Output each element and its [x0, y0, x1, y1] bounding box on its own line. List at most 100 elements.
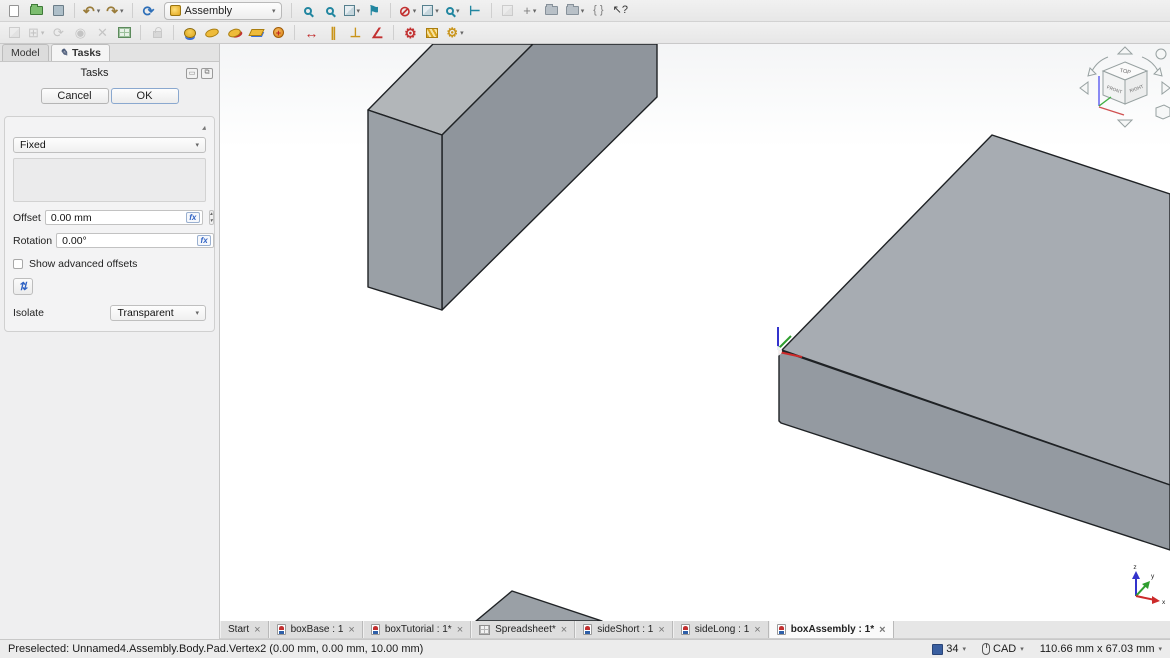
document-tab-bar: Start × boxBase : 1 × boxTutorial : 1* ×… [220, 621, 1170, 639]
chevron-down-icon: ▾ [435, 7, 439, 15]
part-side-short[interactable] [476, 591, 602, 621]
axis-y-label: y [1151, 573, 1155, 580]
group-button[interactable] [542, 1, 562, 20]
revolute-joint-button[interactable] [202, 23, 222, 42]
close-icon[interactable]: × [254, 624, 260, 636]
tab-model[interactable]: Model [2, 44, 49, 61]
close-icon[interactable]: × [754, 624, 760, 636]
sync-view-button[interactable]: ⚑ [364, 1, 384, 20]
offset-stepper[interactable]: ▴ ▾ [209, 210, 214, 225]
close-icon[interactable]: × [658, 624, 664, 636]
fixed-joint-icon [184, 28, 196, 38]
tab-tasks[interactable]: ✎Tasks [51, 44, 110, 61]
screw-joint-icon [426, 28, 438, 38]
whats-this-cursor-icon: ↖? [613, 5, 628, 16]
fixed-joint-button[interactable] [180, 23, 200, 42]
attachment-mode-select[interactable]: Fixed ▾ [13, 137, 206, 153]
stop-operation-button[interactable]: ⊘▾ [397, 1, 418, 20]
close-icon[interactable]: × [348, 624, 354, 636]
parallel-joint-button[interactable]: ∥ [323, 23, 343, 42]
ball-joint-button[interactable]: + [268, 23, 288, 42]
reverse-direction-button[interactable]: ⇅ [13, 278, 33, 295]
whats-this-button[interactable]: ↖? [610, 1, 630, 20]
cylindrical-joint-button[interactable] [224, 23, 244, 42]
joint-group-box: ▴ Fixed ▾ Offset fx ▴ ▾ Rotatio [4, 116, 215, 332]
folder-icon [545, 6, 558, 15]
rack-pinion-joint-button[interactable]: ⚙ [400, 23, 420, 42]
distance-joint-button[interactable]: ↔ [301, 23, 321, 42]
refresh-button[interactable]: ⟳ [139, 1, 159, 20]
workbench-selector[interactable]: Assembly ▾ [164, 2, 282, 20]
toolbar-separator [140, 25, 141, 40]
chevron-down-icon: ▾ [120, 7, 124, 15]
chevron-down-icon: ▾ [41, 29, 45, 37]
expression-button[interactable]: { } [588, 1, 608, 20]
save-icon [53, 5, 64, 16]
body-icon: ◉ [75, 26, 86, 39]
measure-button[interactable]: ⊢ [465, 1, 485, 20]
exploded-view-button: ✕ [92, 23, 112, 42]
doc-tab-spreadsheet[interactable]: Spreadsheet* × [471, 621, 575, 638]
zoom-out-button[interactable] [320, 1, 340, 20]
doc-tab-start[interactable]: Start × [220, 621, 269, 638]
offset-input[interactable] [51, 212, 186, 224]
new-document-button[interactable] [4, 1, 24, 20]
freecad-file-icon [371, 624, 380, 635]
view-dimensions-indicator[interactable]: 110.66 mm x 67.03 mm ▾ [1040, 643, 1162, 655]
offset-label: Offset [13, 212, 41, 224]
ok-button[interactable]: OK [111, 88, 179, 104]
part-side-long[interactable] [368, 44, 657, 310]
redo-button[interactable]: ↷▾ [104, 1, 125, 20]
isolate-select[interactable]: Transparent ▾ [110, 305, 206, 321]
counter-indicator[interactable]: 34 ▾ [932, 643, 966, 655]
doc-tab-boxbase[interactable]: boxBase : 1 × [269, 621, 363, 638]
rotation-input[interactable] [62, 235, 197, 247]
panel-float-icon[interactable]: ⧉ [201, 68, 213, 79]
advanced-offsets-checkbox[interactable] [13, 259, 23, 269]
preselection-message: Preselected: Unnamed4.Assembly.Body.Pad.… [8, 643, 916, 655]
navigation-style-selector[interactable]: CAD ▾ [982, 643, 1024, 655]
braces-icon: { } [593, 5, 603, 16]
fit-all-button[interactable]: ▾ [342, 1, 363, 20]
screw-joint-button[interactable] [422, 23, 442, 42]
draw-style-button[interactable]: ▾ [420, 1, 441, 20]
part-button [498, 1, 518, 20]
planar-joint-button[interactable] [246, 23, 266, 42]
gears-belt-joint-button[interactable]: ⚙▾ [444, 23, 465, 42]
formula-icon[interactable]: fx [197, 235, 211, 246]
create-spreadsheet-button[interactable] [114, 23, 134, 42]
perpendicular-joint-button[interactable]: ⊥ [345, 23, 365, 42]
selection-view-button[interactable]: ▾ [443, 1, 463, 20]
part-box-base[interactable] [779, 135, 1170, 550]
angle-joint-button[interactable]: ∠ [367, 23, 387, 42]
close-icon[interactable]: × [561, 624, 567, 636]
cylindrical-joint-icon [227, 27, 242, 39]
doc-tab-boxtutorial[interactable]: boxTutorial : 1* × [363, 621, 471, 638]
doc-tab-boxassembly[interactable]: boxAssembly : 1* × [769, 621, 894, 638]
3d-viewport[interactable]: TOP FRONT RIGHT z y x [220, 44, 1170, 621]
save-button[interactable] [48, 1, 68, 20]
export-button[interactable]: ▾ [564, 1, 587, 20]
open-file-button[interactable] [26, 1, 46, 20]
collapse-arrow-icon[interactable]: ▴ [202, 123, 206, 132]
joint-reference-list[interactable] [13, 158, 206, 202]
undo-button[interactable]: ↶▾ [81, 1, 102, 20]
doc-tab-sidelong[interactable]: sideLong : 1 × [673, 621, 769, 638]
doc-tab-sideshort[interactable]: sideShort : 1 × [575, 621, 673, 638]
chevron-down-icon: ▾ [1158, 645, 1162, 653]
rotation-row: Rotation fx ▴ ▾ [13, 233, 206, 248]
formula-icon[interactable]: fx [186, 212, 200, 223]
cancel-button[interactable]: Cancel [41, 88, 109, 104]
navigation-cube[interactable]: TOP FRONT RIGHT [1080, 47, 1170, 127]
close-icon[interactable]: × [879, 624, 885, 636]
panel-dock-icon[interactable]: ▭ [186, 68, 198, 79]
pen-icon: ✎ [60, 48, 68, 59]
chevron-down-icon: ▾ [272, 7, 276, 15]
close-icon[interactable]: × [457, 624, 463, 636]
freecad-file-icon [583, 624, 592, 635]
chevron-down-icon: ▾ [97, 7, 101, 15]
datum-button[interactable]: +▾ [520, 1, 540, 20]
zoom-in-button[interactable] [298, 1, 318, 20]
spreadsheet-file-icon [479, 625, 490, 635]
toolbar-separator [393, 25, 394, 40]
